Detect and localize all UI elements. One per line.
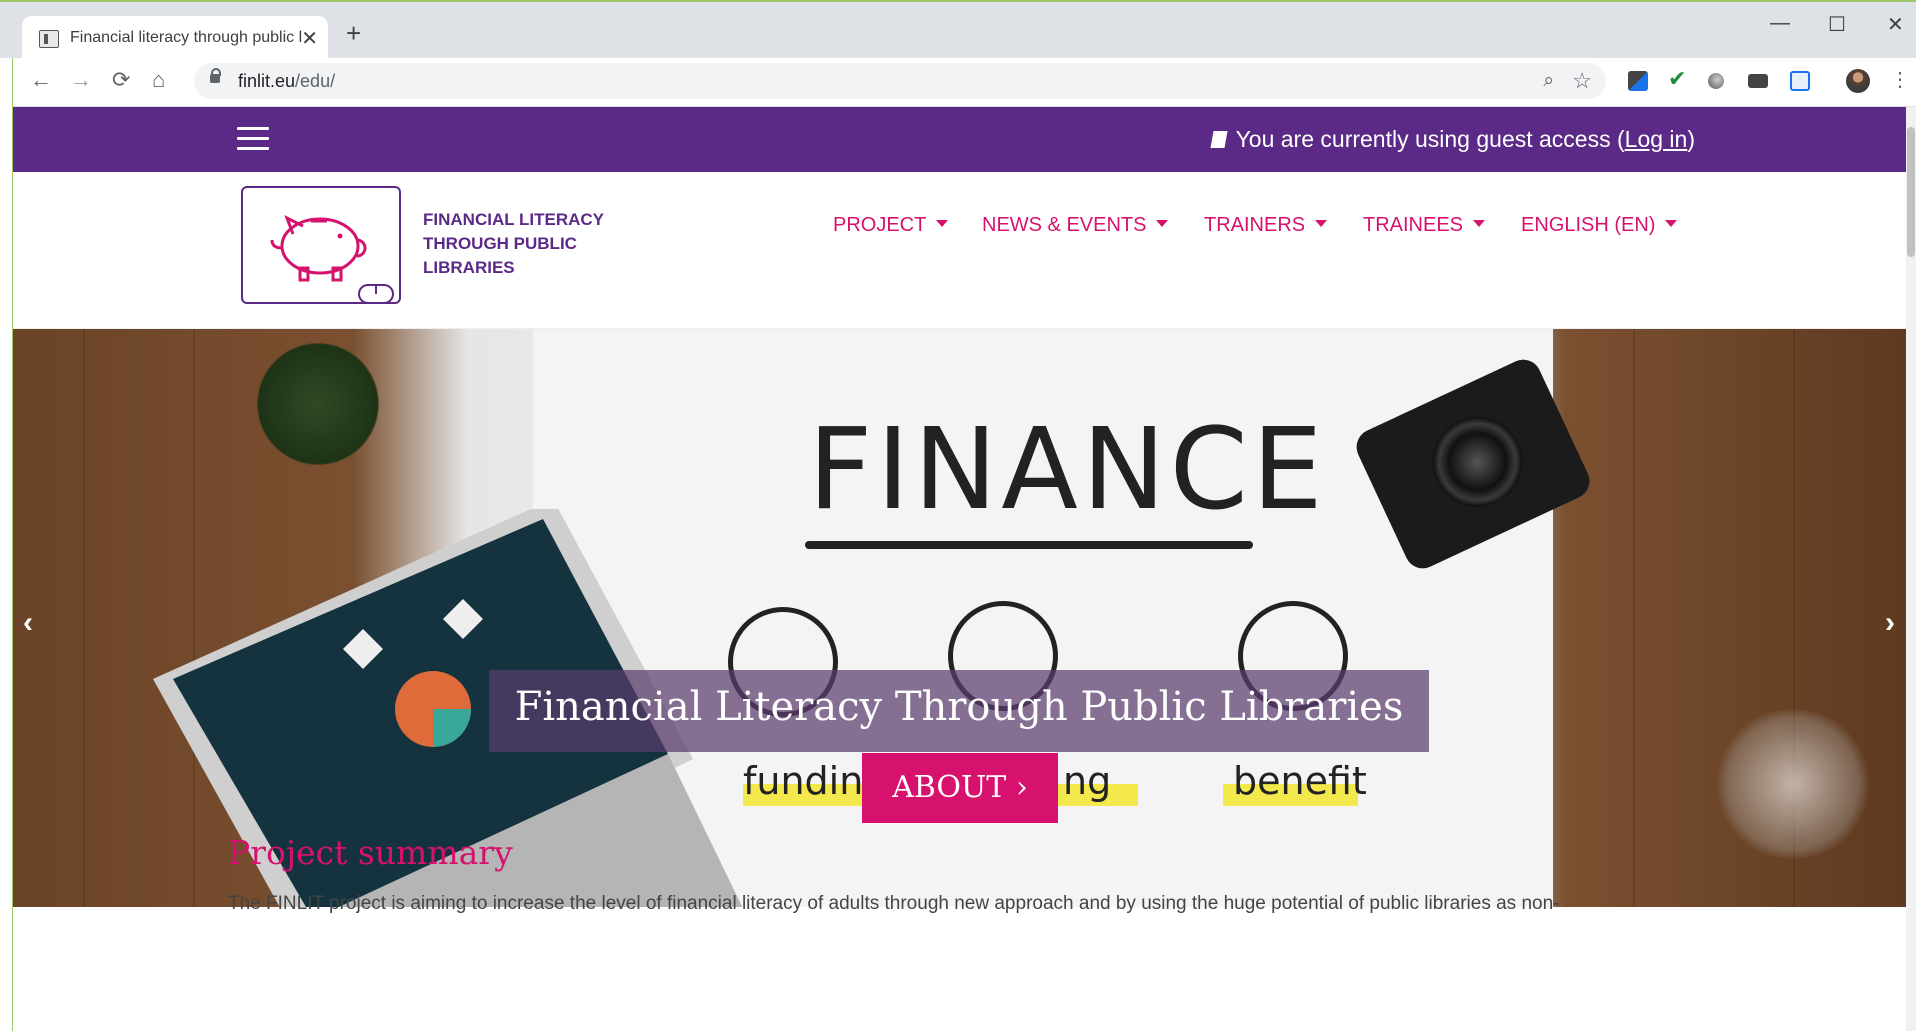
piggy-bank-icon (270, 214, 367, 282)
hero-caption: Financial Literacy Through Public Librar… (514, 684, 1404, 730)
browser-tab[interactable]: Financial literacy through public l ✕ (22, 16, 328, 60)
browser-menu-icon[interactable]: ⋮ (1890, 67, 1910, 92)
new-tab-button[interactable]: + (346, 20, 361, 46)
project-summary-text: The FINLIT project is aiming to increase… (228, 893, 1560, 914)
extension-translate-icon[interactable] (1790, 71, 1810, 91)
wood-grain (1633, 329, 1635, 907)
scrollbar-thumb[interactable] (1907, 127, 1915, 257)
close-window-button[interactable]: ✕ (1887, 12, 1904, 37)
tab-close-icon[interactable]: ✕ (301, 26, 318, 51)
carousel-next-icon[interactable]: › (1885, 606, 1895, 640)
menu-project[interactable]: PROJECT (833, 214, 948, 237)
zoom-icon[interactable]: ⌕ (1543, 70, 1554, 92)
top-bar: You are currently using guest access (Lo… (13, 107, 1906, 172)
page-scrollbar[interactable] (1906, 107, 1916, 1031)
login-link[interactable]: Log in (1625, 126, 1688, 152)
site-header: FINANCIAL LITERACY THROUGH PUBLIC LIBRAR… (13, 172, 1906, 329)
extension-screen-icon[interactable] (1748, 74, 1768, 88)
book-icon (1210, 131, 1228, 148)
forward-icon[interactable]: → (70, 67, 92, 93)
hero-caption-box: Financial Literacy Through Public Librar… (489, 670, 1429, 752)
home-icon[interactable]: ⌂ (152, 67, 165, 93)
maximize-button[interactable]: ☐ (1828, 12, 1846, 37)
word-saving: ng (1063, 759, 1112, 803)
guest-access-notice: You are currently using guest access (Lo… (1210, 126, 1695, 153)
hero-carousel: FINANCE funding ng benefit Financial Lit… (13, 329, 1906, 907)
menu-news-events[interactable]: NEWS & EVENTS (982, 214, 1168, 237)
address-bar[interactable]: finlit.eu/edu/ ⌕ ☆ (194, 63, 1606, 99)
hero-underline (805, 541, 1253, 549)
wood-grain (83, 329, 85, 907)
glass-image (1713, 709, 1873, 859)
plant-image (243, 339, 393, 469)
logo[interactable] (241, 186, 401, 304)
bookmark-star-icon[interactable]: ☆ (1572, 68, 1592, 94)
back-icon[interactable]: ← (30, 67, 52, 93)
menu-trainers[interactable]: TRAINERS (1204, 214, 1327, 237)
profile-avatar[interactable] (1846, 69, 1870, 93)
menu-language[interactable]: ENGLISH (EN) (1521, 214, 1677, 237)
about-button[interactable]: ABOUT › (862, 753, 1058, 823)
menu-trainees[interactable]: TRAINEES (1363, 214, 1485, 237)
extension-pen-icon[interactable] (1628, 71, 1648, 91)
project-summary-heading: Project summary (228, 833, 513, 872)
url-text: finlit.eu/edu/ (238, 71, 336, 91)
hero-finance-word: FINANCE (808, 405, 1327, 535)
reload-icon[interactable]: ⟳ (112, 67, 130, 93)
hamburger-menu-icon[interactable] (237, 127, 269, 151)
browser-tabstrip: Financial literacy through public l ✕ + … (0, 0, 1916, 60)
carousel-prev-icon[interactable]: ‹ (23, 606, 33, 640)
lock-icon (210, 68, 221, 83)
favicon-icon (39, 30, 59, 48)
window-frame-left (0, 58, 13, 1031)
extension-circle-icon[interactable] (1708, 73, 1724, 89)
minimize-button[interactable]: — (1770, 12, 1790, 35)
tab-title: Financial literacy through public l (70, 29, 303, 46)
mouse-icon (358, 284, 394, 304)
word-benefit: benefit (1233, 759, 1367, 803)
extension-check-icon[interactable]: ✔ (1668, 66, 1688, 91)
logo-text[interactable]: FINANCIAL LITERACY THROUGH PUBLIC LIBRAR… (423, 208, 604, 280)
browser-toolbar: ← → ⟳ ⌂ finlit.eu/edu/ ⌕ ☆ ✔ ⋮ (0, 58, 1916, 107)
